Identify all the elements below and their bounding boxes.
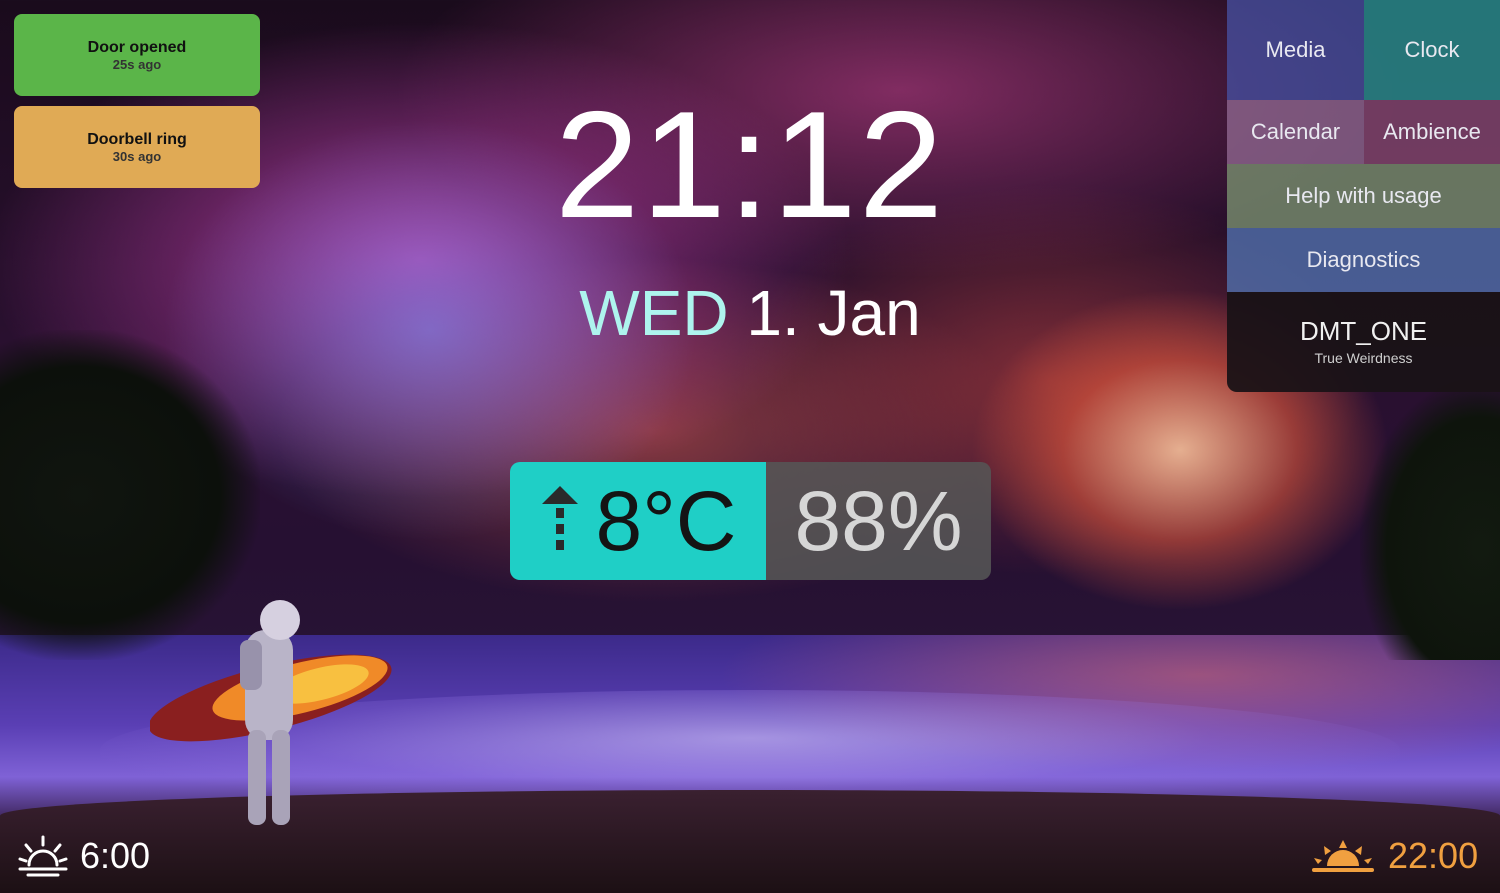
sunset-indicator: 22:00: [1310, 828, 1478, 884]
user-name: DMT_ONE: [1299, 316, 1428, 346]
weather-widget[interactable]: 8°C 88%: [510, 462, 991, 580]
astronaut-surfer-illustration: [150, 600, 392, 825]
menu-diagnostics-button[interactable]: Diagnostics: [1227, 228, 1500, 292]
notification-time: 25s ago: [112, 56, 162, 72]
notification-title: Doorbell ring: [87, 130, 187, 148]
menu-clock-button[interactable]: Clock: [1364, 0, 1500, 100]
notification-doorbell-ring[interactable]: Doorbell ring 30s ago: [14, 106, 260, 188]
sunrise-indicator: 6:00: [18, 828, 150, 884]
temperature-panel: 8°C: [510, 462, 766, 580]
sunrise-time: 6:00: [80, 835, 151, 876]
menu-help-button[interactable]: Help with usage: [1227, 164, 1500, 228]
clock-day-month: 1. Jan: [746, 277, 921, 349]
background-tree-right: [1360, 380, 1500, 660]
clock-time: 21:12: [554, 80, 946, 250]
notification-time: 30s ago: [112, 148, 162, 164]
clock-date: WED 1. Jan: [500, 276, 1000, 350]
menu-media-button[interactable]: Media: [1227, 0, 1364, 100]
side-menu: Media Clock Calendar Ambience Help with …: [1227, 0, 1500, 392]
sunset-icon: [1312, 840, 1374, 872]
user-profile-card[interactable]: DMT_ONE True Weirdness: [1227, 292, 1500, 392]
humidity-value: 88%: [766, 462, 991, 580]
sunrise-icon: [18, 835, 68, 877]
menu-ambience-button[interactable]: Ambience: [1364, 100, 1500, 164]
notification-door-opened[interactable]: Door opened 25s ago: [14, 14, 260, 96]
user-subtitle: True Weirdness: [1314, 350, 1413, 366]
arrow-up-dashed-icon: [542, 486, 578, 550]
menu-calendar-button[interactable]: Calendar: [1227, 100, 1364, 164]
sunset-time: 22:00: [1388, 835, 1479, 876]
clock-weekday: WED: [579, 277, 729, 349]
notification-title: Door opened: [87, 38, 187, 56]
temperature-value: 8°C: [595, 473, 737, 568]
